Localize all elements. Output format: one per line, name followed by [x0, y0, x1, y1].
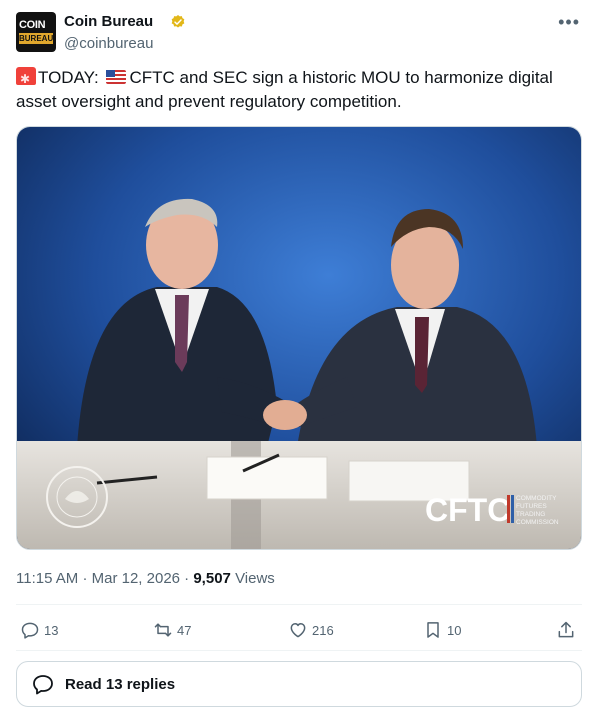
- cftc-wordmark: CFTC: [425, 492, 510, 528]
- divider: [16, 604, 582, 605]
- heart-icon: [290, 623, 306, 638]
- more-options-icon[interactable]: •••: [558, 12, 580, 33]
- tweet-image[interactable]: CFTC COMMODITY FUTURES TRADING COMMISSIO…: [16, 126, 582, 550]
- document: [206, 456, 328, 500]
- avatar[interactable]: COIN BUREAU: [16, 12, 56, 52]
- reply-bubble-icon: [33, 675, 53, 695]
- cftc-subtitle-3: TRADING: [516, 511, 545, 518]
- read-replies-button[interactable]: Read 13 replies: [16, 661, 582, 707]
- repost-count: 47: [177, 622, 192, 638]
- tweet-meta: 11:15 AM · Mar 12, 2026 · 9,507 Views: [16, 570, 275, 587]
- reply-button[interactable]: 13: [20, 618, 58, 642]
- bookmark-count: 10: [447, 622, 462, 638]
- views-count: 9,507: [193, 570, 231, 587]
- us-flag-emoji-icon: [105, 70, 126, 84]
- share-icon: [558, 621, 574, 638]
- meta-separator: ·: [82, 570, 88, 587]
- divider: [16, 650, 582, 651]
- cftc-subtitle-1: COMMODITY: [516, 495, 557, 502]
- handshake: [263, 400, 307, 430]
- views-label: Views: [235, 570, 275, 587]
- cftc-subtitle-4: COMMISSION: [516, 519, 559, 526]
- repost-button[interactable]: 47: [153, 618, 191, 642]
- meta-separator: ·: [184, 570, 190, 587]
- read-replies-label: Read 13 replies: [65, 675, 176, 693]
- reply-icon: [21, 622, 39, 639]
- reply-count: 13: [44, 622, 59, 638]
- author-handle[interactable]: @coinbureau: [64, 35, 153, 52]
- verified-badge-icon[interactable]: [170, 14, 186, 30]
- like-count: 216: [312, 622, 334, 638]
- bookmark-icon: [427, 622, 439, 638]
- signing-photo: CFTC COMMODITY FUTURES TRADING COMMISSIO…: [17, 127, 581, 549]
- avatar-text-top: COIN: [19, 19, 46, 31]
- cftc-subtitle-2: FUTURES: [516, 503, 547, 510]
- tweet-text: TODAY: CFTC and SEC sign a historic MOU …: [16, 66, 576, 114]
- repost-icon: [154, 623, 172, 637]
- author-name[interactable]: Coin Bureau: [64, 13, 153, 30]
- action-bar: 13 47 216 10: [16, 616, 582, 646]
- like-button[interactable]: 216: [288, 618, 334, 642]
- tweet-time[interactable]: 11:15 AM: [16, 570, 78, 587]
- bookmark-button[interactable]: 10: [423, 618, 461, 642]
- avatar-text-bottom: BUREAU: [19, 33, 54, 44]
- share-button[interactable]: [556, 618, 580, 642]
- siren-emoji-icon: [16, 67, 36, 91]
- tweet-date[interactable]: Mar 12, 2026: [92, 570, 180, 587]
- tweet-header: COIN BUREAU Coin Bureau @coinbureau •••: [16, 12, 582, 56]
- tweet-prefix: TODAY:: [38, 68, 99, 87]
